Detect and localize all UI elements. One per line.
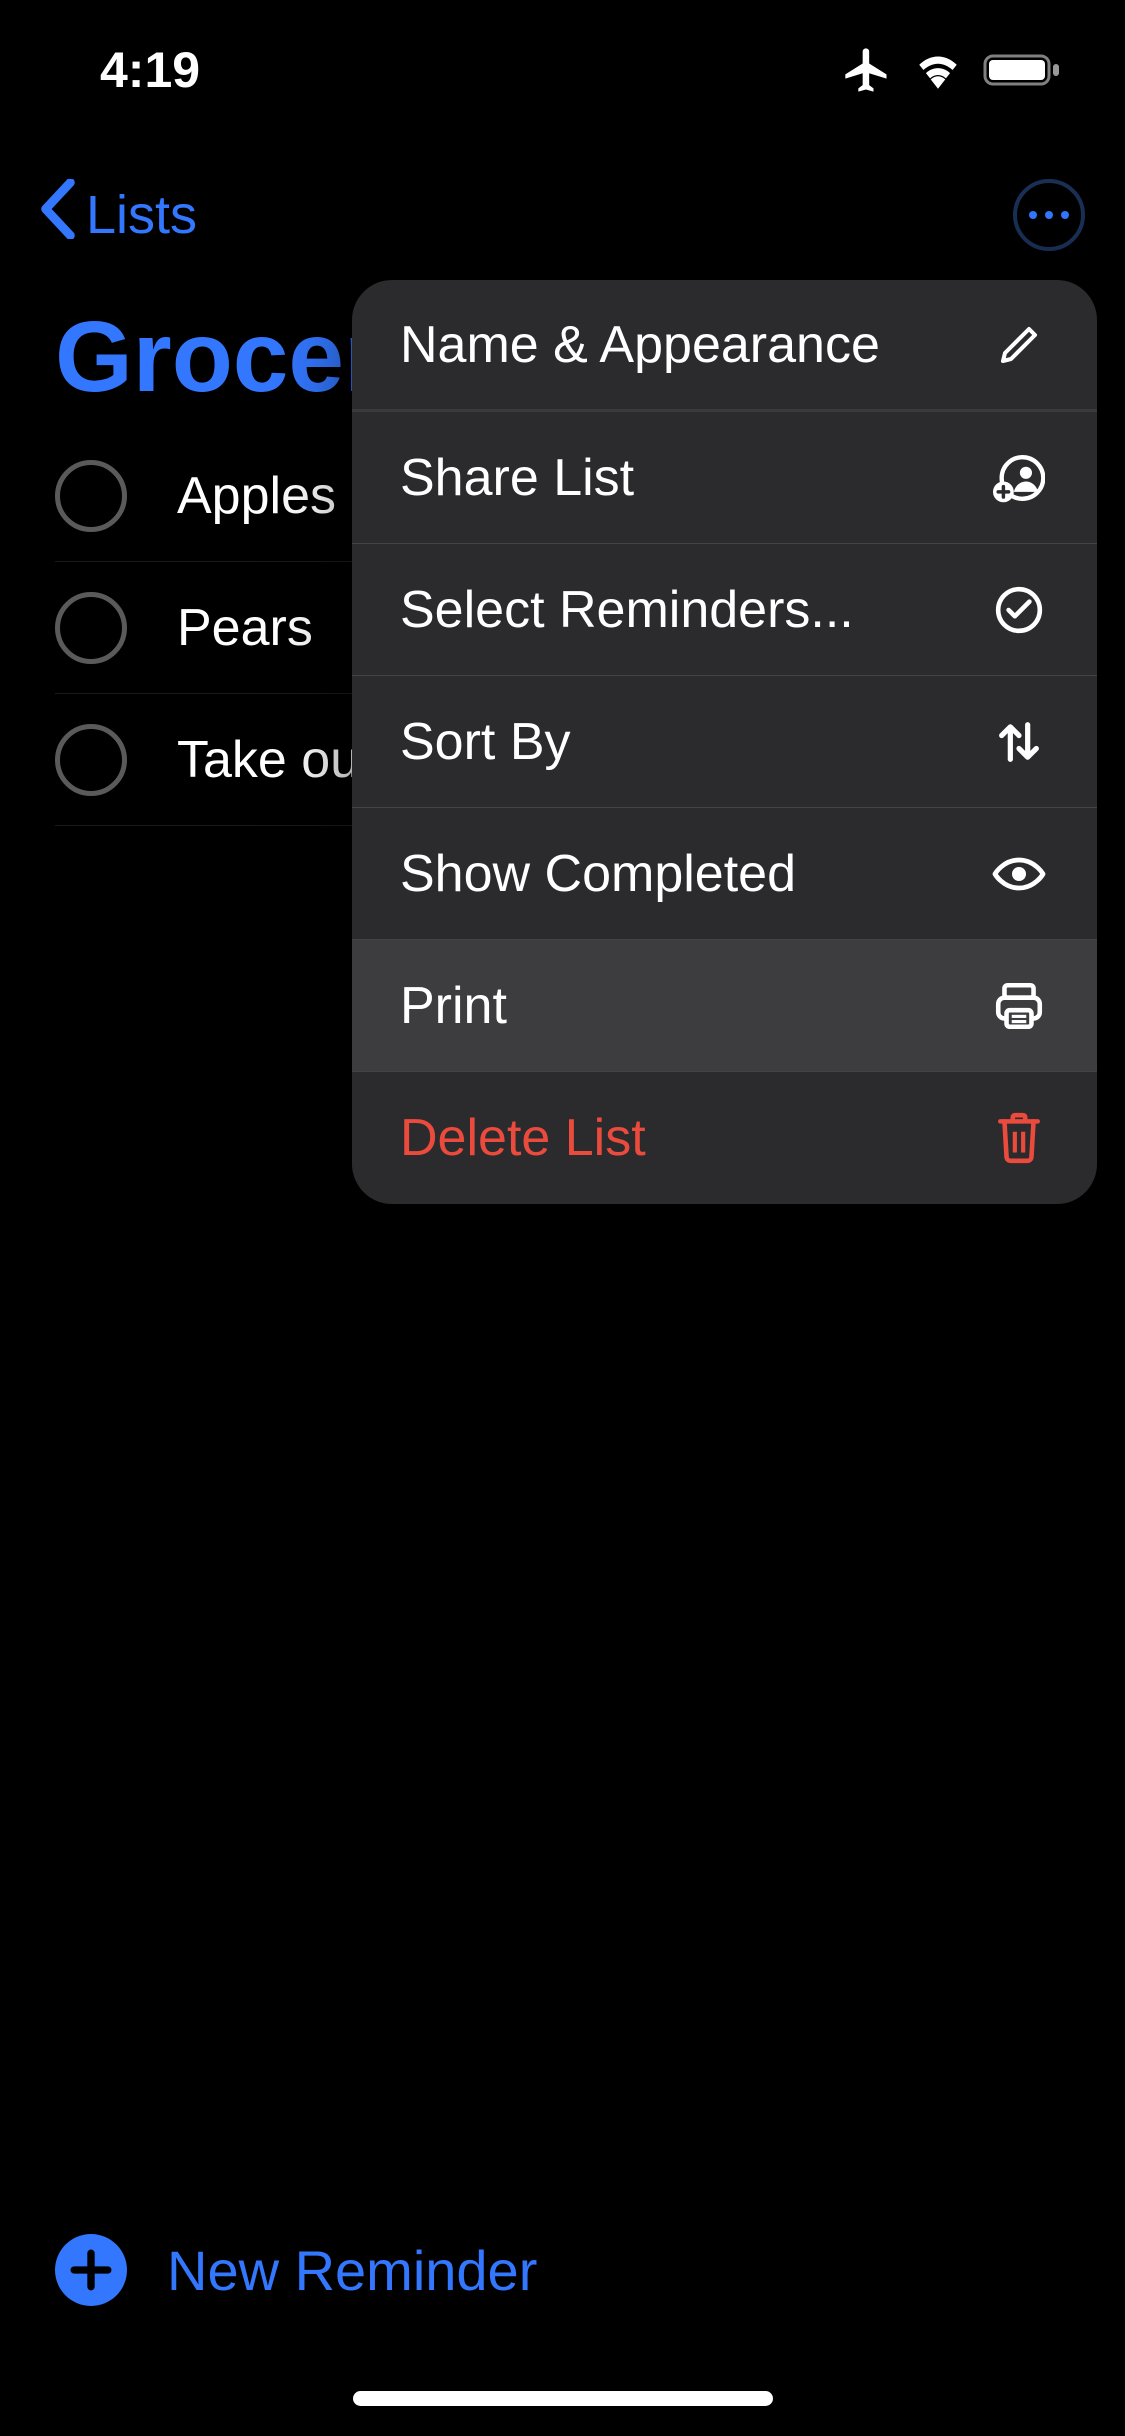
menu-item-sort-by[interactable]: Sort By: [352, 676, 1097, 808]
new-reminder-label: New Reminder: [167, 2238, 537, 2303]
context-menu: Name & Appearance Share List Select Remi…: [352, 280, 1097, 1204]
trash-icon: [989, 1111, 1049, 1165]
menu-item-label: Select Reminders...: [400, 580, 854, 640]
reminder-label: Take out: [177, 730, 374, 790]
reminder-label: Pears: [177, 598, 313, 658]
printer-icon: [989, 979, 1049, 1033]
pencil-icon: [989, 321, 1049, 369]
status-time: 4:19: [100, 41, 200, 99]
back-label: Lists: [86, 184, 197, 246]
check-circle-icon: [989, 585, 1049, 635]
menu-item-share-list[interactable]: Share List: [352, 412, 1097, 544]
eye-icon: [989, 854, 1049, 894]
menu-item-label: Print: [400, 976, 507, 1036]
plus-circle-icon: [55, 2234, 127, 2306]
menu-item-name-appearance[interactable]: Name & Appearance: [352, 280, 1097, 412]
menu-item-delete-list[interactable]: Delete List: [352, 1072, 1097, 1204]
ellipsis-icon: [1029, 211, 1069, 219]
reminder-label: Apples: [177, 466, 336, 526]
reminder-checkbox[interactable]: [55, 724, 127, 796]
menu-item-label: Show Completed: [400, 844, 796, 904]
chevron-left-icon: [40, 179, 76, 252]
new-reminder-button[interactable]: New Reminder: [55, 2234, 537, 2306]
sort-arrows-icon: [989, 716, 1049, 768]
menu-item-select-reminders[interactable]: Select Reminders...: [352, 544, 1097, 676]
status-icons: [841, 44, 1065, 96]
menu-item-label: Delete List: [400, 1108, 646, 1168]
battery-icon: [983, 50, 1065, 90]
menu-item-print[interactable]: Print: [352, 940, 1097, 1072]
reminder-checkbox[interactable]: [55, 460, 127, 532]
reminder-checkbox[interactable]: [55, 592, 127, 664]
home-indicator[interactable]: [353, 2391, 773, 2406]
menu-item-label: Name & Appearance: [400, 315, 880, 375]
nav-bar: Lists: [0, 150, 1125, 280]
wifi-icon: [913, 50, 963, 90]
back-button[interactable]: Lists: [40, 179, 197, 252]
airplane-mode-icon: [841, 44, 893, 96]
menu-item-show-completed[interactable]: Show Completed: [352, 808, 1097, 940]
more-options-button[interactable]: [1013, 179, 1085, 251]
menu-item-label: Sort By: [400, 712, 571, 772]
menu-item-label: Share List: [400, 448, 634, 508]
status-bar: 4:19: [0, 0, 1125, 140]
person-add-icon: [989, 452, 1049, 504]
